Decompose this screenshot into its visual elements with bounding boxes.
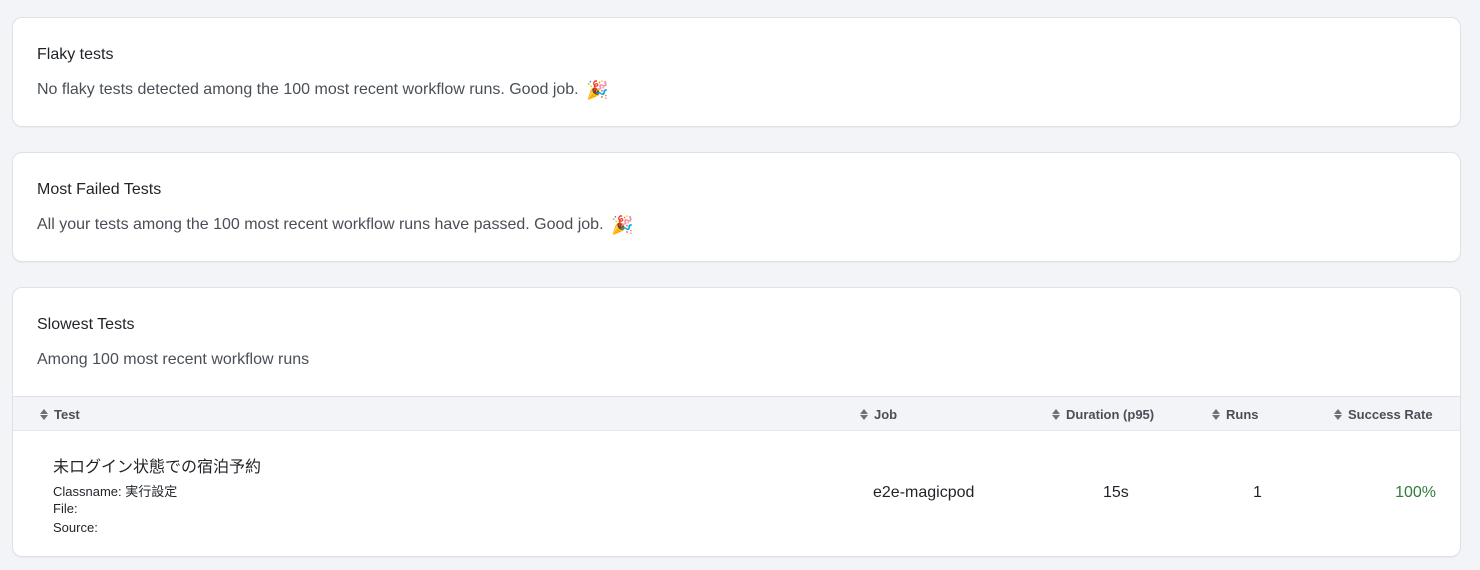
sort-icon (860, 409, 868, 420)
column-header-runs[interactable]: Runs (1212, 407, 1259, 422)
sort-icon (1334, 409, 1342, 420)
sort-icon (1052, 409, 1060, 420)
page: Flaky tests No flaky tests detected amon… (0, 0, 1480, 570)
column-header-runs-label: Runs (1226, 407, 1259, 422)
column-header-success-rate[interactable]: Success Rate (1334, 407, 1433, 422)
test-file: File: (53, 501, 78, 516)
flaky-tests-message-text: No flaky tests detected among the 100 mo… (37, 81, 579, 98)
test-job: e2e-magicpod (873, 484, 975, 501)
column-header-job[interactable]: Job (860, 407, 897, 422)
sort-icon (1212, 409, 1220, 420)
flaky-tests-message: No flaky tests detected among the 100 mo… (37, 81, 608, 99)
slowest-tests-card: Slowest Tests Among 100 most recent work… (12, 287, 1461, 557)
test-classname: Classname: 実行設定 (53, 484, 178, 499)
party-popper-icon: 🎉 (610, 215, 634, 235)
column-header-test[interactable]: Test (40, 407, 80, 422)
column-header-job-label: Job (874, 407, 898, 422)
column-header-test-label: Test (54, 407, 80, 422)
column-header-duration[interactable]: Duration (p95) (1052, 407, 1154, 422)
test-name: 未ログイン状態での宿泊予約 (53, 459, 262, 476)
test-duration: 15s (1103, 484, 1129, 501)
test-runs: 1 (1253, 484, 1262, 501)
most-failed-tests-message: All your tests among the 100 most recent… (37, 216, 633, 234)
party-popper-icon: 🎉 (586, 80, 609, 100)
sort-icon (40, 409, 48, 420)
slowest-tests-table-header: Test Job Duration (p95) Runs Success Rat… (13, 396, 1460, 431)
test-success-rate: 100% (1395, 484, 1436, 501)
most-failed-tests-message-text: All your tests among the 100 most recent… (37, 216, 604, 233)
most-failed-tests-title: Most Failed Tests (37, 181, 162, 198)
table-row: 未ログイン状態での宿泊予約 Classname: 実行設定 File: Sour… (13, 431, 1460, 556)
column-header-success-rate-label: Success Rate (1348, 407, 1433, 422)
test-source: Source: (53, 520, 98, 535)
slowest-tests-title: Slowest Tests (37, 316, 135, 333)
column-header-duration-label: Duration (p95) (1066, 407, 1155, 422)
flaky-tests-title: Flaky tests (37, 46, 114, 63)
slowest-tests-subtitle: Among 100 most recent workflow runs (37, 351, 310, 368)
flaky-tests-card: Flaky tests No flaky tests detected amon… (12, 17, 1461, 127)
most-failed-tests-card: Most Failed Tests All your tests among t… (12, 152, 1461, 262)
